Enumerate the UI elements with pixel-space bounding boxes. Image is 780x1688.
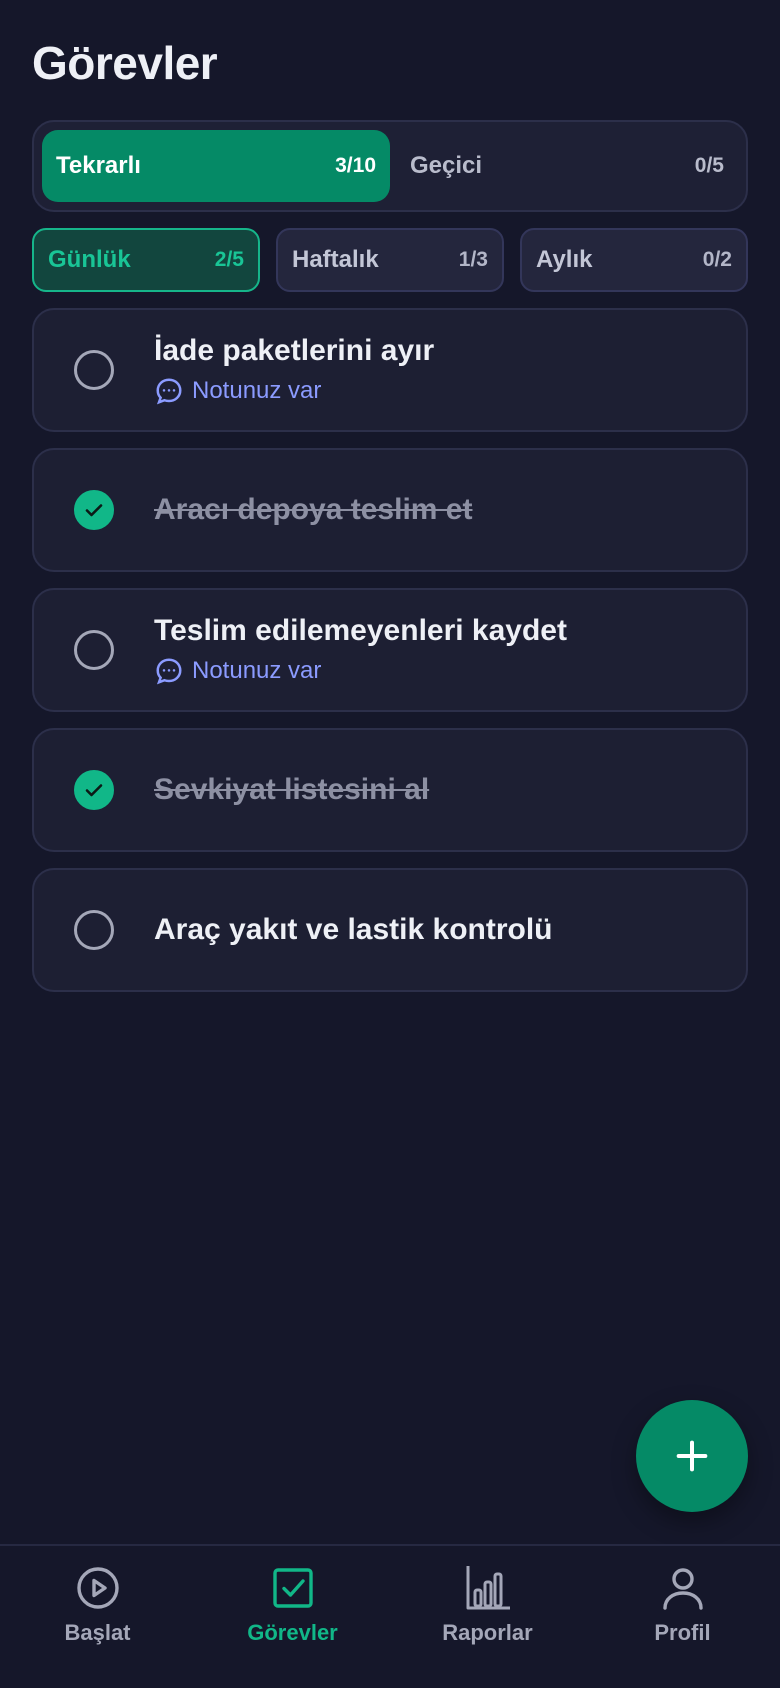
checkbox-icon xyxy=(272,1568,313,1608)
segment-gecici[interactable]: Geçici 0/5 xyxy=(390,130,738,202)
task-title: Aracı depoya teslim et xyxy=(154,493,473,526)
task-note-label: Notunuz var xyxy=(192,377,322,404)
task-card[interactable]: Araç yakıt ve lastik kontrolü xyxy=(32,868,748,992)
task-body: Sevkiyat listesini al xyxy=(154,773,726,807)
play-circle-icon xyxy=(76,1567,119,1609)
period-label: Aylık xyxy=(536,246,593,273)
period-label: Günlük xyxy=(48,246,131,273)
task-title: Teslim edilemeyenleri kaydet xyxy=(154,614,567,647)
task-card[interactable]: Sevkiyat listesini al xyxy=(32,728,748,852)
task-checkbox[interactable] xyxy=(74,630,114,670)
task-note-label: Notunuz var xyxy=(192,657,322,684)
bar-chart-icon xyxy=(466,1566,510,1610)
task-checkbox[interactable] xyxy=(74,910,114,950)
segment-count: 0/5 xyxy=(694,154,724,177)
period-count: 0/2 xyxy=(702,248,732,271)
period-count: 1/3 xyxy=(458,248,488,271)
checkmark-icon xyxy=(85,784,103,797)
nav-label: Başlat xyxy=(64,1620,131,1645)
task-checkbox[interactable] xyxy=(74,770,114,810)
plus-icon xyxy=(676,1440,708,1472)
segment-tekrarli[interactable]: Tekrarlı 3/10 xyxy=(42,130,390,202)
nav-item-baslat[interactable]: Başlat xyxy=(0,1546,195,1688)
nav-item-raporlar[interactable]: Raporlar xyxy=(390,1546,585,1688)
task-checkbox[interactable] xyxy=(74,350,114,390)
task-card[interactable]: İade paketlerini ayır Notunuz var xyxy=(32,308,748,432)
user-icon xyxy=(662,1568,703,1610)
task-checkbox[interactable] xyxy=(74,490,114,530)
add-task-button[interactable] xyxy=(636,1400,748,1512)
task-title: Araç yakıt ve lastik kontrolü xyxy=(154,913,553,946)
period-count: 2/5 xyxy=(214,248,244,271)
chat-bubble-icon xyxy=(156,658,182,685)
page-title: Görevler xyxy=(32,37,218,89)
task-title: İade paketlerini ayır xyxy=(154,334,435,367)
period-chip-haftalik[interactable]: Haftalık 1/3 xyxy=(276,228,504,292)
task-note: Notunuz var xyxy=(154,376,726,406)
nav-label: Profil xyxy=(654,1620,711,1645)
period-label: Haftalık xyxy=(292,246,379,273)
task-body: İade paketlerini ayır Notunuz var xyxy=(154,334,726,406)
segment-label: Tekrarlı xyxy=(56,152,141,179)
tasks-screen: Görevler Tekrarlı 3/10 Geçici 0/5 Günlük… xyxy=(0,0,780,1688)
period-chip-aylik[interactable]: Aylık 0/2 xyxy=(520,228,748,292)
chat-bubble-icon xyxy=(156,378,182,405)
nav-item-profil[interactable]: Profil xyxy=(585,1546,780,1688)
segment-count: 3/10 xyxy=(335,154,376,177)
task-body: Araç yakıt ve lastik kontrolü xyxy=(154,913,726,947)
task-card[interactable]: Aracı depoya teslim et xyxy=(32,448,748,572)
checkmark-icon xyxy=(85,504,103,517)
task-note: Notunuz var xyxy=(154,656,726,686)
task-type-segmented-control: Tekrarlı 3/10 Geçici 0/5 xyxy=(32,120,748,212)
segment-label: Geçici xyxy=(410,152,483,179)
period-chip-gunluk[interactable]: Günlük 2/5 xyxy=(32,228,260,292)
task-body: Teslim edilemeyenleri kaydet Notunuz var xyxy=(154,614,726,686)
task-list: İade paketlerini ayır Notunuz var Aracı … xyxy=(32,308,748,1008)
nav-label: Raporlar xyxy=(442,1620,533,1645)
period-filter: Günlük 2/5 Haftalık 1/3 Aylık 0/2 xyxy=(32,228,748,292)
task-body: Aracı depoya teslim et xyxy=(154,493,726,527)
nav-item-gorevler[interactable]: Görevler xyxy=(195,1546,390,1688)
nav-label: Görevler xyxy=(247,1620,338,1645)
task-card[interactable]: Teslim edilemeyenleri kaydet Notunuz var xyxy=(32,588,748,712)
bottom-navigation: Başlat Görevler Raporlar Profil xyxy=(0,1544,780,1688)
task-title: Sevkiyat listesini al xyxy=(154,773,430,806)
